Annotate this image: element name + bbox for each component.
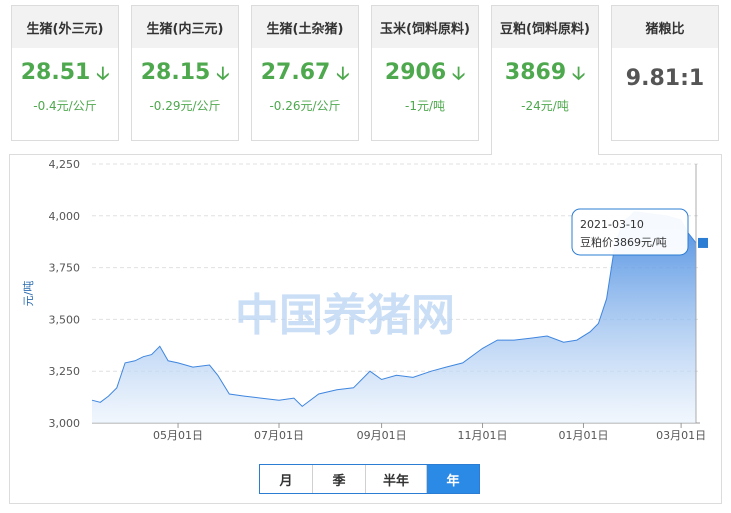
card-price: 28.15 🡣 xyxy=(140,60,230,85)
chart-tooltip: 2021-03-10 豆粕价3869元/吨 xyxy=(571,208,689,256)
y-tick-label: 4,250 xyxy=(49,158,81,171)
card-price: 3869 🡣 xyxy=(504,60,586,85)
y-axis-label: 元/吨 xyxy=(22,281,35,307)
price-chart[interactable]: 3,000 3,250 3,500 3,750 4,000 4,250 元/吨 05月01日 0… xyxy=(10,155,721,503)
y-tick-label: 4,000 xyxy=(49,210,81,223)
card-title: 生猪(内三元) xyxy=(132,6,238,48)
x-tick-label: 07月01日 xyxy=(254,429,304,442)
card-title: 生猪(外三元) xyxy=(12,6,118,48)
chart-panel: 3,000 3,250 3,500 3,750 4,000 4,250 元/吨 05月01日 0… xyxy=(9,154,722,504)
tab-year[interactable]: 年 xyxy=(427,465,479,493)
down-arrow-icon: 🡣 xyxy=(336,63,350,84)
card-pig-outer[interactable]: 生猪(外三元) 28.51 🡣 -0.4元/公斤 xyxy=(11,5,119,141)
x-tick-label: 11月01日 xyxy=(458,429,508,442)
card-price: 2906 🡣 xyxy=(384,60,466,85)
card-price: 28.51 🡣 xyxy=(20,60,110,85)
down-arrow-icon: 🡣 xyxy=(572,63,586,84)
price-cards: 生猪(外三元) 28.51 🡣 -0.4元/公斤 生猪(内三元) 28.15 🡣 -… xyxy=(0,0,731,160)
x-tick-label: 05月01日 xyxy=(153,429,203,442)
down-arrow-icon: 🡣 xyxy=(216,63,230,84)
card-pig-inner[interactable]: 生猪(内三元) 28.15 🡣 -0.29元/公斤 xyxy=(131,5,239,141)
card-soymeal[interactable]: 豆粕(饲料原料) 3869 🡣 -24元/吨 xyxy=(491,5,599,155)
card-title: 玉米(饲料原料) xyxy=(372,6,478,48)
card-title: 猪粮比 xyxy=(612,6,718,48)
x-tick-label: 03月01日 xyxy=(656,429,706,442)
series-marker xyxy=(698,237,708,248)
tab-quarter[interactable]: 季 xyxy=(313,465,366,493)
y-tick-label: 3,000 xyxy=(49,417,81,430)
card-change: -1元/吨 xyxy=(404,99,445,113)
ratio-value: 9.81:1 xyxy=(625,66,705,91)
card-change: -0.29元/公斤 xyxy=(149,99,221,113)
tooltip-value: 豆粕价3869元/吨 xyxy=(580,235,667,249)
card-change: -0.26元/公斤 xyxy=(269,99,341,113)
watermark: 中国养猪网 xyxy=(235,290,455,341)
card-change: -24元/吨 xyxy=(521,99,569,113)
card-pig-grain-ratio[interactable]: 猪粮比 9.81:1 xyxy=(611,5,719,141)
range-tabs: 月 季 半年 年 xyxy=(259,464,480,494)
card-corn[interactable]: 玉米(饲料原料) 2906 🡣 -1元/吨 xyxy=(371,5,479,141)
y-tick-label: 3,750 xyxy=(49,262,81,275)
card-pig-local[interactable]: 生猪(土杂猪) 27.67 🡣 -0.26元/公斤 xyxy=(251,5,359,141)
card-price: 27.67 🡣 xyxy=(260,60,350,85)
card-title: 生猪(土杂猪) xyxy=(252,6,358,48)
card-change: -0.4元/公斤 xyxy=(33,99,97,113)
x-tick-label: 01月01日 xyxy=(558,429,608,442)
tab-month[interactable]: 月 xyxy=(260,465,313,493)
down-arrow-icon: 🡣 xyxy=(96,63,110,84)
y-tick-label: 3,500 xyxy=(49,313,81,326)
x-tick-label: 09月01日 xyxy=(357,429,407,442)
tooltip-date: 2021-03-10 xyxy=(580,218,644,231)
down-arrow-icon: 🡣 xyxy=(452,63,466,84)
tab-half-year[interactable]: 半年 xyxy=(366,465,427,493)
y-tick-label: 3,250 xyxy=(49,365,81,378)
card-title: 豆粕(饲料原料) xyxy=(492,6,598,48)
